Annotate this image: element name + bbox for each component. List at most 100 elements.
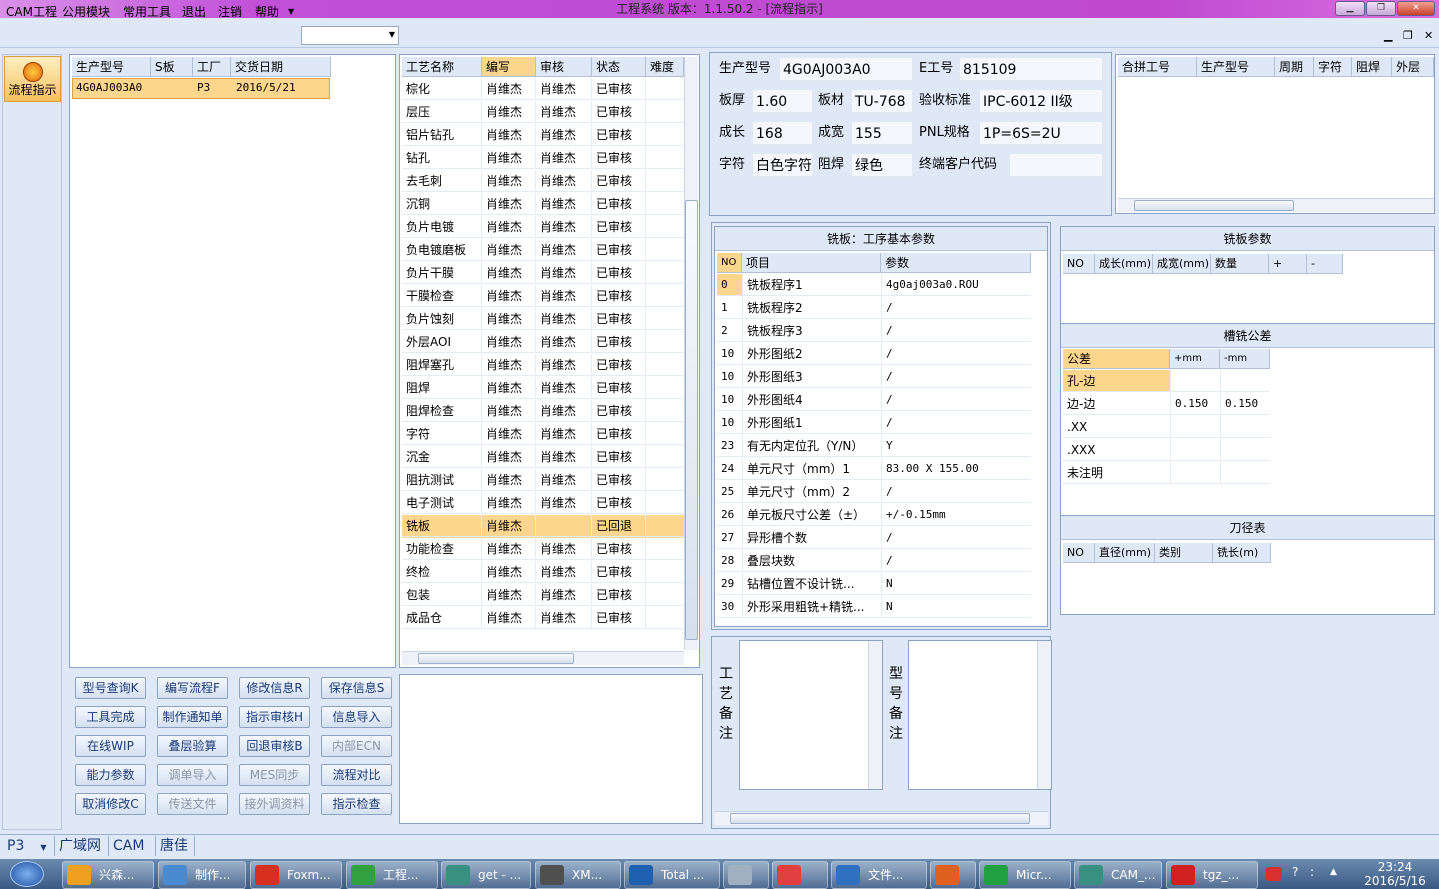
col-header[interactable]: 阻焊	[1352, 57, 1392, 77]
table-row[interactable]: 10 外形图纸3/	[717, 366, 1031, 389]
minimize-icon[interactable]: ▁	[1335, 1, 1365, 16]
col-header[interactable]: NO	[1063, 254, 1095, 274]
col-header[interactable]: 生产型号	[1197, 57, 1275, 77]
nav-flow-button[interactable]: 流程指示	[4, 56, 61, 102]
table-row[interactable]: 边-边 0.150 0.150	[1063, 393, 1270, 416]
taskbar-item[interactable]	[772, 861, 828, 889]
table-row[interactable]: 阻焊塞孔 肖维杰 肖维杰 已审核	[402, 354, 684, 377]
table-row[interactable]: 10 外形图纸4/	[717, 389, 1031, 412]
col-header[interactable]: 交货日期	[231, 57, 331, 77]
col-header[interactable]: 编写	[482, 57, 536, 77]
table-row[interactable]: 负片蚀刻 肖维杰 肖维杰 已审核	[402, 308, 684, 331]
maximize-icon[interactable]: ❐	[1366, 1, 1396, 16]
menu-public[interactable]: 公用模块	[62, 3, 110, 21]
table-row[interactable]: 终检 肖维杰 肖维杰 已审核	[402, 561, 684, 584]
site-select[interactable]: P3 ▼	[2, 836, 50, 856]
table-row[interactable]: 字符 肖维杰 肖维杰 已审核	[402, 423, 684, 446]
table-row[interactable]: 沉铜 肖维杰 肖维杰 已审核	[402, 193, 684, 216]
table-row[interactable]: 2 铣板程序3/	[717, 320, 1031, 343]
taskbar-item[interactable]: Micr...	[979, 861, 1071, 889]
process-hscroll[interactable]	[402, 651, 684, 665]
col-header[interactable]: 生产型号	[72, 57, 151, 77]
col-header[interactable]: 公差	[1063, 349, 1170, 369]
col-header[interactable]: 合拼工号	[1118, 57, 1197, 77]
col-header[interactable]: +	[1269, 254, 1307, 274]
menu-logout[interactable]: 注销	[218, 3, 242, 21]
taskbar-item[interactable]: tgz_...	[1166, 861, 1258, 889]
table-row[interactable]: 包装 肖维杰 肖维杰 已审核	[402, 584, 684, 607]
action-button[interactable]: 回退审核B	[239, 735, 310, 757]
table-row[interactable]: 孔-边	[1063, 370, 1270, 393]
col-header[interactable]: 字符	[1314, 57, 1352, 77]
col-header[interactable]: 工艺名称	[402, 57, 482, 77]
table-row[interactable]: 负片电镀 肖维杰 肖维杰 已审核	[402, 216, 684, 239]
chevron-up-icon[interactable]: ▲	[1330, 867, 1337, 877]
menu-tools[interactable]: 常用工具	[123, 3, 171, 21]
table-row[interactable]: 负片干膜 肖维杰 肖维杰 已审核	[402, 262, 684, 285]
table-row[interactable]: 棕化 肖维杰 肖维杰 已审核	[402, 78, 684, 101]
taskbar-item[interactable]: Foxm...	[250, 861, 342, 889]
process-vscroll[interactable]	[684, 57, 698, 650]
col-header[interactable]: -	[1307, 254, 1343, 274]
scroll-thumb[interactable]	[418, 653, 574, 664]
mdi-restore-icon[interactable]: ❐	[1403, 29, 1413, 42]
table-row[interactable]: 4G0AJ003A0 P3 2016/5/21	[72, 78, 330, 99]
action-button[interactable]: 能力参数	[75, 764, 146, 786]
taskbar-item[interactable]: 文件...	[831, 861, 927, 889]
table-row[interactable]: .XXX	[1063, 439, 1270, 462]
action-button[interactable]: 取消修改C	[75, 793, 146, 815]
action-button[interactable]: 流程对比	[321, 764, 392, 786]
taskbar-item[interactable]: XM...	[535, 861, 621, 889]
table-row[interactable]: 层压 肖维杰 肖维杰 已审核	[402, 101, 684, 124]
table-row[interactable]: 0 铣板程序1 4g0aj003a0.ROU	[717, 274, 1031, 297]
action-button[interactable]: 在线WIP	[75, 735, 146, 757]
col-header[interactable]: 项目	[742, 253, 881, 273]
model-remark-vscroll[interactable]	[1037, 641, 1051, 789]
table-row[interactable]: 28 叠层块数 /	[717, 550, 1031, 573]
col-header[interactable]: S板	[151, 57, 193, 77]
memo-box[interactable]	[399, 674, 703, 824]
scroll-thumb[interactable]	[730, 813, 1030, 824]
proc-remark-vscroll[interactable]	[868, 641, 882, 789]
table-row[interactable]: 25 单元尺寸（mm）2/	[717, 481, 1031, 504]
col-header[interactable]: +mm	[1170, 349, 1220, 369]
col-header[interactable]: 状态	[592, 57, 646, 77]
table-row[interactable]: 30 外形采用粗铣+精铣... N	[717, 596, 1031, 619]
action-button[interactable]: 信息导入	[321, 706, 392, 728]
table-row[interactable]: 外层AOI 肖维杰 肖维杰 已审核	[402, 331, 684, 354]
taskbar-item[interactable]: 制作...	[158, 861, 246, 889]
action-button[interactable]: 叠层验算	[157, 735, 228, 757]
col-header[interactable]: 周期	[1275, 57, 1314, 77]
scroll-thumb[interactable]	[1134, 200, 1294, 211]
close-icon[interactable]: ✕	[1397, 1, 1435, 16]
action-button[interactable]: 指示检查	[321, 793, 392, 815]
col-header[interactable]: 工厂	[193, 57, 231, 77]
action-button[interactable]: 型号查询K	[75, 677, 146, 699]
table-row[interactable]: 成品仓 肖维杰 肖维杰 已审核	[402, 607, 684, 630]
menu-combo[interactable]: ▼	[301, 26, 399, 45]
col-header[interactable]: 数量	[1211, 254, 1269, 274]
col-header[interactable]: NO	[717, 253, 742, 273]
col-header[interactable]: 成宽(mm)	[1153, 254, 1211, 274]
remarks-hscroll[interactable]	[714, 811, 1048, 825]
action-button[interactable]: 工具完成	[75, 706, 146, 728]
col-header[interactable]: 外层	[1392, 57, 1434, 77]
col-header[interactable]: 审核	[536, 57, 592, 77]
scroll-thumb[interactable]	[685, 200, 698, 640]
taskbar-item[interactable]: 工程...	[346, 861, 438, 889]
chevron-down-icon[interactable]: ▼	[288, 3, 294, 21]
action-button[interactable]: 编写流程F	[157, 677, 228, 699]
taskbar-item[interactable]: CAM_...	[1074, 861, 1162, 889]
table-row[interactable]: 未注明	[1063, 462, 1270, 485]
combine-hscroll[interactable]	[1118, 198, 1434, 212]
table-row[interactable]: 干膜检查 肖维杰 肖维杰 已审核	[402, 285, 684, 308]
table-row[interactable]: 铣板 肖维杰 已回退	[402, 515, 684, 538]
taskbar-item[interactable]: 兴森...	[62, 861, 154, 889]
taskbar-item[interactable]	[930, 861, 976, 889]
help-icon[interactable]: ?	[1292, 865, 1298, 879]
col-header[interactable]: 难度	[646, 57, 684, 77]
proc-remark-box[interactable]	[739, 640, 883, 790]
table-row[interactable]: 功能检查 肖维杰 肖维杰 已审核	[402, 538, 684, 561]
table-row[interactable]: 24 单元尺寸（mm）1 83.00 X 155.00	[717, 458, 1031, 481]
col-header[interactable]: NO	[1063, 543, 1095, 563]
